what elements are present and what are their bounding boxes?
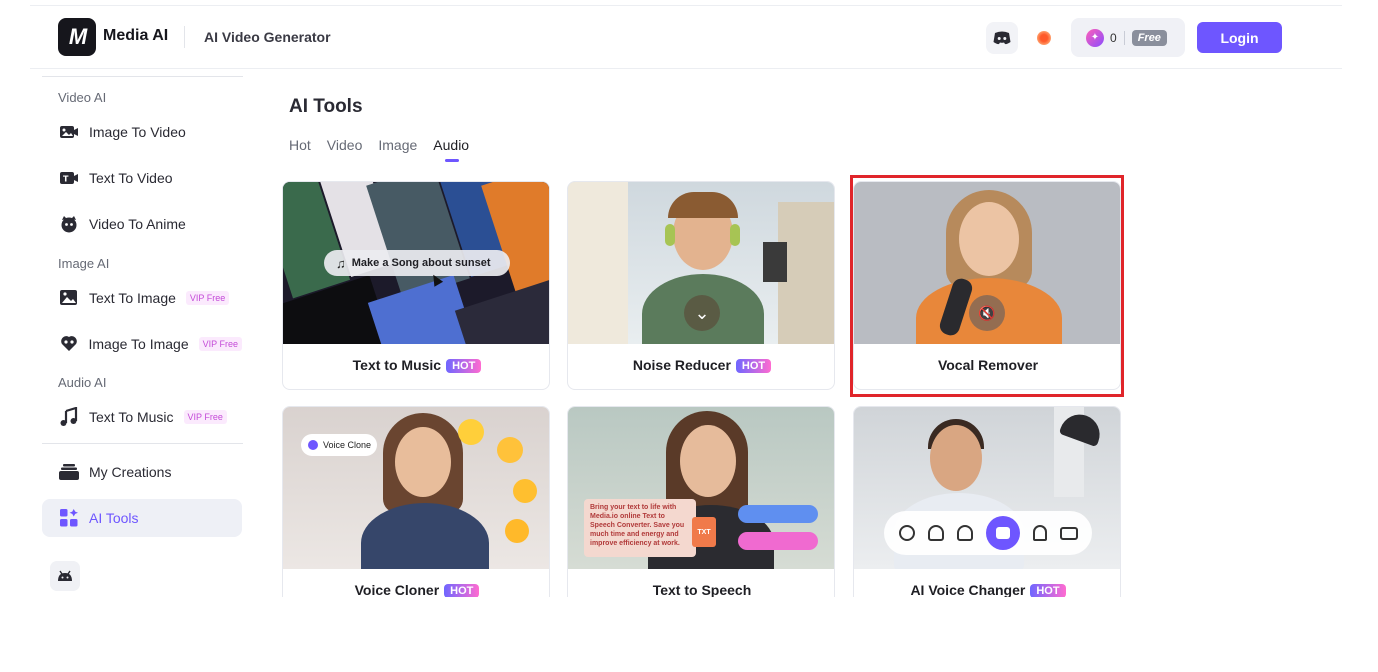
tool-card-ai-voice-changer[interactable]: AI Voice Changer HOT [853, 406, 1121, 597]
brand-name[interactable]: Media AI [103, 27, 168, 45]
credit-coin-icon: ✦ [1086, 28, 1104, 47]
tool-card-noise-reducer[interactable]: ⌄ Noise Reducer HOT [567, 181, 835, 390]
voice-baby-icon[interactable] [898, 525, 915, 541]
image-to-image-icon [58, 333, 80, 355]
login-button[interactable]: Login [1197, 22, 1282, 53]
section-audio-ai: Audio AI [58, 375, 107, 390]
section-image-ai: Image AI [58, 256, 110, 271]
ai-voice-changer-thumbnail [854, 407, 1120, 569]
vip-free-badge: VIP Free [185, 291, 230, 305]
tab-audio[interactable]: Audio [433, 137, 469, 162]
emoji-hug-icon [497, 437, 523, 463]
creations-icon [58, 461, 80, 483]
tool-card-vocal-remover[interactable]: 🔇 Vocal Remover [853, 181, 1121, 390]
hot-badge: HOT [446, 359, 482, 373]
mute-icon: 🔇 [969, 295, 1005, 331]
sidebar-item-image-to-image[interactable]: Image To Image VIP Free [42, 325, 242, 363]
voice-clone-label: Voice Clone [323, 440, 372, 450]
android-icon [58, 570, 72, 581]
card-title: Voice Cloner [354, 582, 440, 597]
card-title: Noise Reducer [632, 357, 731, 373]
android-app-button[interactable] [50, 561, 80, 591]
header-divider [184, 26, 185, 48]
theme-sun-icon[interactable] [1037, 31, 1051, 45]
vip-free-badge: VIP Free [183, 410, 227, 424]
sidebar-item-label: Image To Image [88, 336, 189, 352]
category-tabs: Hot Video Image Audio [289, 137, 485, 162]
sidebar-item-label: Image To Video [89, 124, 186, 140]
vip-free-badge: VIP Free [198, 337, 242, 351]
credits-badge[interactable]: ✦ 0 Free [1071, 18, 1185, 57]
discord-button[interactable] [986, 22, 1018, 54]
txt-file-icon: TXT [692, 517, 716, 547]
sidebar-item-label: My Creations [89, 464, 172, 480]
section-video-ai: Video AI [58, 90, 107, 105]
prompt-overlay-text: Make a Song about sunset [351, 257, 491, 269]
voice-old-man-icon[interactable] [927, 525, 944, 541]
page-title: AI Tools [289, 96, 363, 117]
text-to-speech-thumbnail: Bring your text to life with Media.io on… [568, 407, 834, 569]
emoji-surprised-icon [513, 479, 537, 503]
voice-radio-icon[interactable] [1059, 526, 1078, 540]
tts-sample-text: Bring your text to life with Media.io on… [590, 504, 685, 547]
voice-selector-bar [884, 511, 1092, 555]
credit-divider [1123, 30, 1125, 45]
sidebar-item-label: Video To Anime [89, 216, 186, 232]
tab-hot[interactable]: Hot [289, 137, 311, 153]
anime-icon [58, 213, 80, 235]
text-to-music-thumbnail: ♫ Make a Song about sunset [283, 182, 549, 344]
sidebar-item-video-to-anime[interactable]: Video To Anime [42, 205, 242, 243]
top-header: M Media AI AI Video Generator ✦ 0 Free L… [30, 6, 1342, 69]
voice-robot-icon[interactable] [985, 516, 1020, 550]
sidebar-item-label: Text To Image [89, 290, 176, 306]
sidebar-item-text-to-image[interactable]: Text To Image VIP Free [42, 279, 242, 317]
hot-badge: HOT [735, 359, 772, 373]
sidebar-item-text-to-music[interactable]: Text To Music VIP Free [42, 398, 242, 436]
sidebar-item-my-creations[interactable]: My Creations [42, 453, 242, 491]
voice-ghost-icon[interactable] [1032, 525, 1047, 541]
sidebar-item-label: Text To Video [89, 170, 173, 186]
app-window: M Media AI AI Video Generator ✦ 0 Free L… [30, 5, 1342, 597]
card-title: AI Voice Changer [910, 582, 1026, 597]
emoji-laugh-icon [458, 419, 484, 445]
tool-card-voice-cloner[interactable]: Voice Clone Voice Cloner HOT [282, 406, 550, 597]
emoji-smirk-icon [505, 519, 529, 543]
sidebar-item-image-to-video[interactable]: Image To Video [42, 113, 242, 151]
music-note-icon [58, 406, 80, 428]
sidebar-item-label: Text To Music [89, 409, 174, 425]
voice-clone-icon [308, 440, 318, 450]
plan-badge: Free [1131, 29, 1167, 46]
sidebar-divider [42, 76, 243, 77]
music-note-icon: ♫ [336, 255, 346, 271]
discord-icon [993, 31, 1011, 45]
card-title: Vocal Remover [937, 357, 1039, 373]
hot-badge: HOT [444, 584, 480, 597]
card-title: Text to Music [352, 357, 442, 373]
credit-count: 0 [1110, 30, 1117, 45]
sidebar-divider [42, 443, 243, 444]
vocal-remover-thumbnail: 🔇 [854, 182, 1120, 344]
tool-card-text-to-music[interactable]: ♫ Make a Song about sunset Text to Music… [282, 181, 550, 390]
tab-video[interactable]: Video [327, 137, 363, 153]
tab-image[interactable]: Image [378, 137, 417, 153]
text-to-video-icon: T [58, 167, 80, 189]
header-subtitle-link[interactable]: AI Video Generator [204, 29, 331, 45]
svg-text:T: T [63, 175, 69, 184]
image-to-video-icon [58, 121, 80, 143]
card-title: Text to Speech [652, 582, 752, 597]
grid-icon [58, 507, 80, 529]
voice-male-icon[interactable] [956, 525, 973, 541]
tool-card-text-to-speech[interactable]: Bring your text to life with Media.io on… [567, 406, 835, 597]
media-ai-logo[interactable]: M [58, 18, 96, 56]
voice-cloner-thumbnail: Voice Clone [283, 407, 549, 569]
hot-badge: HOT [1030, 584, 1066, 597]
expand-down-icon: ⌄ [684, 295, 720, 331]
sidebar-item-text-to-video[interactable]: T Text To Video [42, 159, 242, 197]
noise-reducer-thumbnail: ⌄ [568, 182, 834, 344]
sidebar: Video AI Image To Video T Text To Video … [30, 69, 270, 597]
sidebar-item-ai-tools[interactable]: AI Tools [42, 499, 242, 537]
sidebar-item-label: AI Tools [89, 510, 139, 526]
text-to-image-icon [58, 287, 80, 309]
